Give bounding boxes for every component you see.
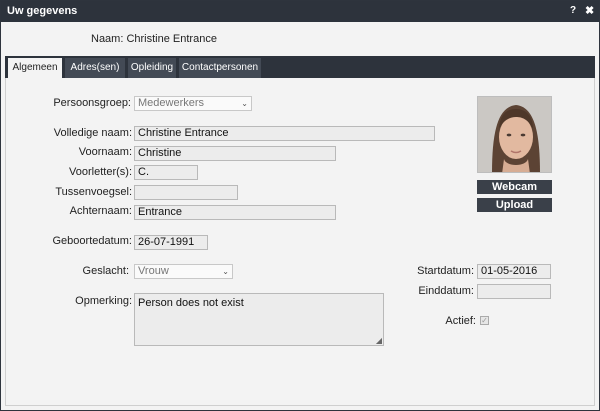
opmerking-label: Opmerking: [75, 295, 132, 307]
tab-adressen[interactable]: Adres(sen) [65, 58, 125, 78]
help-icon[interactable]: ? [570, 5, 576, 16]
tab-algemeen[interactable]: Algemeen [8, 58, 62, 78]
tab-opleiding[interactable]: Opleiding [128, 58, 176, 78]
geslacht-select[interactable]: Vrouw ⌄ [134, 264, 233, 279]
persoonsgroep-select[interactable]: Medewerkers ⌄ [134, 96, 252, 111]
actief-checkbox[interactable]: ✓ [480, 316, 489, 325]
resize-grip-icon[interactable]: ◢ [376, 336, 382, 345]
portrait-image [478, 97, 551, 172]
webcam-button[interactable]: Webcam [477, 180, 552, 194]
tab-bar: Algemeen Adres(sen) Opleiding Contactper… [5, 56, 595, 78]
person-name-header: Naam: Christine Entrance [91, 33, 217, 45]
chevron-down-icon: ⌄ [241, 99, 248, 108]
user-details-dialog: Uw gegevens ? ✖ Naam: Christine Entrance… [0, 0, 600, 411]
voornaam-label: Voornaam: [78, 146, 132, 158]
geboortedatum-label: Geboortedatum: [52, 235, 133, 247]
voorletters-label: Voorletter(s): [69, 166, 132, 178]
volledige-naam-label: Volledige naam: [53, 127, 132, 139]
persoonsgroep-label: Persoonsgroep: [53, 97, 131, 109]
tussenvoegsel-field[interactable] [134, 185, 238, 200]
actief-label: Actief: [445, 315, 476, 327]
close-icon[interactable]: ✖ [585, 4, 594, 17]
opmerking-textarea[interactable]: Person does not exist ◢ [134, 293, 384, 346]
einddatum-label: Einddatum: [418, 285, 474, 297]
geslacht-label: Geslacht: [82, 265, 129, 277]
achternaam-field[interactable]: Entrance [134, 205, 336, 220]
titlebar: Uw gegevens ? ✖ [1, 1, 599, 22]
chevron-down-icon: ⌄ [222, 267, 229, 276]
achternaam-label: Achternaam: [69, 205, 132, 217]
geboortedatum-field[interactable]: 26-07-1991 [134, 235, 208, 250]
startdatum-field[interactable]: 01-05-2016 [477, 264, 551, 279]
voorletters-field[interactable]: C. [134, 165, 198, 180]
einddatum-field[interactable] [477, 284, 551, 299]
voornaam-field[interactable]: Christine [134, 146, 336, 161]
tab-contactpersonen[interactable]: Contactpersonen [179, 58, 261, 78]
geslacht-value: Vrouw [138, 265, 169, 277]
tussenvoegsel-label: Tussenvoegsel: [55, 186, 132, 198]
window-title: Uw gegevens [7, 5, 78, 17]
profile-photo [477, 96, 552, 173]
opmerking-text: Person does not exist [138, 297, 244, 309]
startdatum-label: Startdatum: [417, 265, 474, 277]
upload-button[interactable]: Upload [477, 198, 552, 212]
volledige-naam-field[interactable]: Christine Entrance [134, 126, 435, 141]
persoonsgroep-value: Medewerkers [138, 97, 205, 109]
